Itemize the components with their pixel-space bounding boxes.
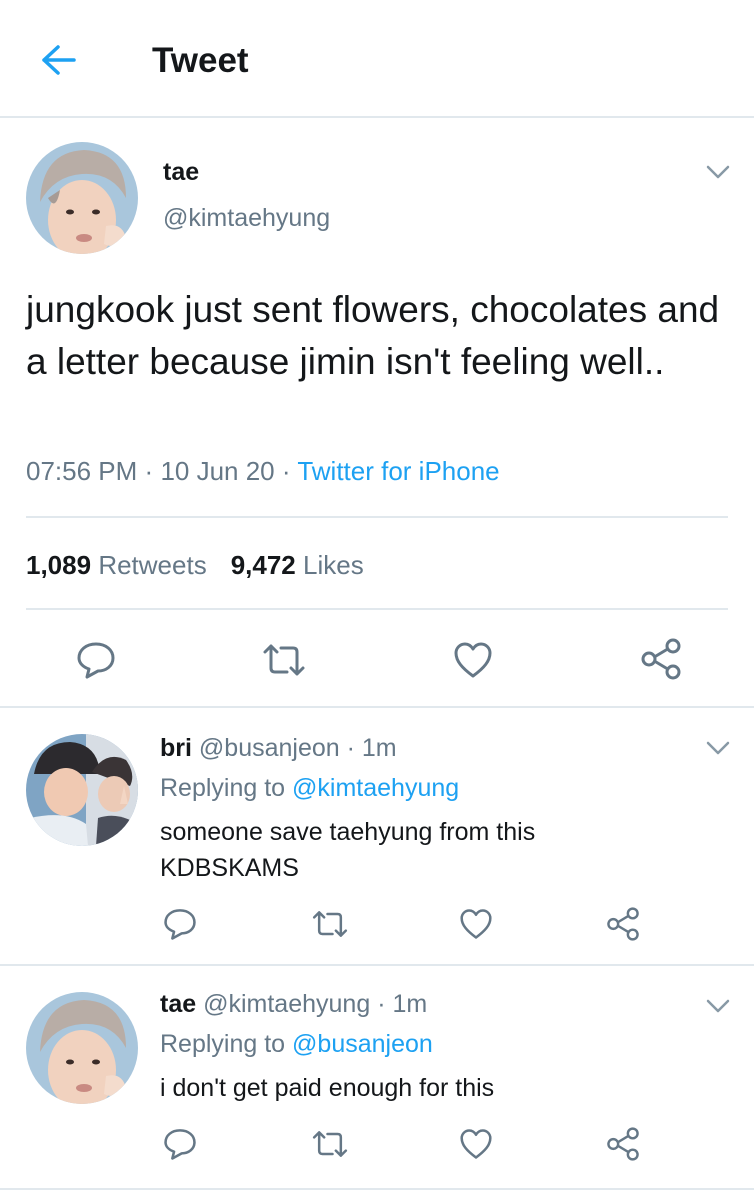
share-icon — [607, 907, 639, 941]
mention-link[interactable]: @busanjeon — [292, 1030, 433, 1058]
author-handle[interactable]: @kimtaehyung — [203, 990, 370, 1018]
retweets-label: Retweets — [98, 550, 207, 580]
speech-bubble-icon — [164, 909, 196, 940]
tweet-menu-button[interactable] — [704, 738, 732, 758]
tweet-menu-button[interactable] — [704, 996, 732, 1016]
reply-text: someone save taehyung from this KDBSKAMS — [160, 814, 720, 886]
top-bar: Tweet — [0, 0, 754, 118]
avatar[interactable] — [26, 734, 138, 846]
retweets-count: 1,089 — [26, 550, 92, 580]
reply-button[interactable] — [160, 904, 200, 944]
share-button[interactable] — [602, 904, 644, 944]
reply-text: i don't get paid enough for this — [160, 1070, 720, 1106]
reply-button[interactable] — [72, 638, 120, 682]
author-name[interactable]: bri — [160, 734, 192, 762]
share-button[interactable] — [602, 1124, 644, 1164]
like-button[interactable] — [455, 1124, 497, 1164]
heart-icon — [460, 909, 492, 939]
tweet-text: jungkook just sent flowers, chocolates a… — [26, 289, 720, 382]
reply-tweet[interactable]: bri @busanjeon · 1m Replying to @kimtaeh… — [0, 710, 754, 966]
tweet-meta: 07:56 PM · 10 Jun 20 · Twitter for iPhon… — [26, 456, 500, 487]
chevron-down-icon — [706, 999, 730, 1013]
heart-icon — [460, 1129, 492, 1159]
avatar[interactable] — [26, 142, 138, 254]
mention-link[interactable]: @kimtaehyung — [292, 774, 459, 802]
divider — [26, 516, 728, 518]
author-name[interactable]: tae — [160, 990, 196, 1018]
likes-count: 9,472 — [230, 550, 296, 580]
share-icon — [641, 638, 681, 680]
replying-to: Replying to @busanjeon — [160, 1030, 433, 1059]
meta-separator: · — [281, 456, 291, 486]
likes-label: Likes — [303, 550, 364, 580]
retweet-button[interactable] — [306, 904, 354, 944]
tweet-date: 10 Jun 20 — [160, 456, 275, 486]
heart-icon — [454, 642, 492, 678]
likes-stat[interactable]: 9,472 Likes — [231, 550, 364, 580]
like-button[interactable] — [448, 638, 498, 682]
retweet-button[interactable] — [306, 1124, 354, 1164]
arrow-left-icon — [42, 45, 76, 75]
reply-text-line: someone save taehyung from this — [160, 818, 536, 846]
reply-header: bri @busanjeon · 1m — [160, 734, 397, 763]
back-button[interactable] — [36, 40, 80, 80]
meta-separator: · — [377, 990, 386, 1018]
tweet-time: 07:56 PM — [26, 456, 138, 486]
replying-label: Replying to — [160, 774, 286, 802]
share-button[interactable] — [636, 636, 686, 682]
like-button[interactable] — [455, 904, 497, 944]
replying-to: Replying to @kimtaehyung — [160, 774, 459, 803]
retweet-icon — [312, 1131, 348, 1157]
tweet-source-link[interactable]: Twitter for iPhone — [297, 456, 499, 486]
reply-button[interactable] — [160, 1124, 200, 1164]
tweet-stats: 1,089 Retweets 9,472 Likes — [26, 550, 364, 581]
meta-separator: · — [144, 456, 154, 486]
main-tweet: tae @kimtaehyung jungkook just sent flow… — [0, 120, 754, 708]
chevron-down-icon — [706, 741, 730, 755]
reply-tweet[interactable]: tae @kimtaehyung · 1m Replying to @busan… — [0, 966, 754, 1190]
reply-text-line: i don't get paid enough for this — [160, 1074, 495, 1102]
retweets-stat[interactable]: 1,089 Retweets — [26, 550, 207, 580]
retweet-button[interactable] — [256, 638, 312, 682]
replying-label: Replying to — [160, 1030, 286, 1058]
author-handle[interactable]: @kimtaehyung — [163, 204, 330, 233]
author-handle[interactable]: @busanjeon — [199, 734, 340, 762]
retweet-icon — [312, 911, 348, 937]
share-icon — [607, 1127, 639, 1161]
retweet-icon — [263, 644, 305, 676]
reply-time: 1m — [392, 990, 428, 1018]
chevron-down-icon — [706, 165, 730, 179]
reply-text-line: KDBSKAMS — [160, 854, 299, 882]
page-title: Tweet — [152, 41, 249, 80]
speech-bubble-icon — [164, 1129, 196, 1160]
author-name[interactable]: tae — [163, 158, 199, 187]
divider — [26, 608, 728, 610]
tweet-menu-button[interactable] — [704, 162, 732, 182]
reply-time: 1m — [361, 734, 397, 762]
avatar[interactable] — [26, 992, 138, 1104]
reply-header: tae @kimtaehyung · 1m — [160, 990, 427, 1019]
meta-separator: · — [346, 734, 355, 762]
speech-bubble-icon — [77, 642, 115, 679]
